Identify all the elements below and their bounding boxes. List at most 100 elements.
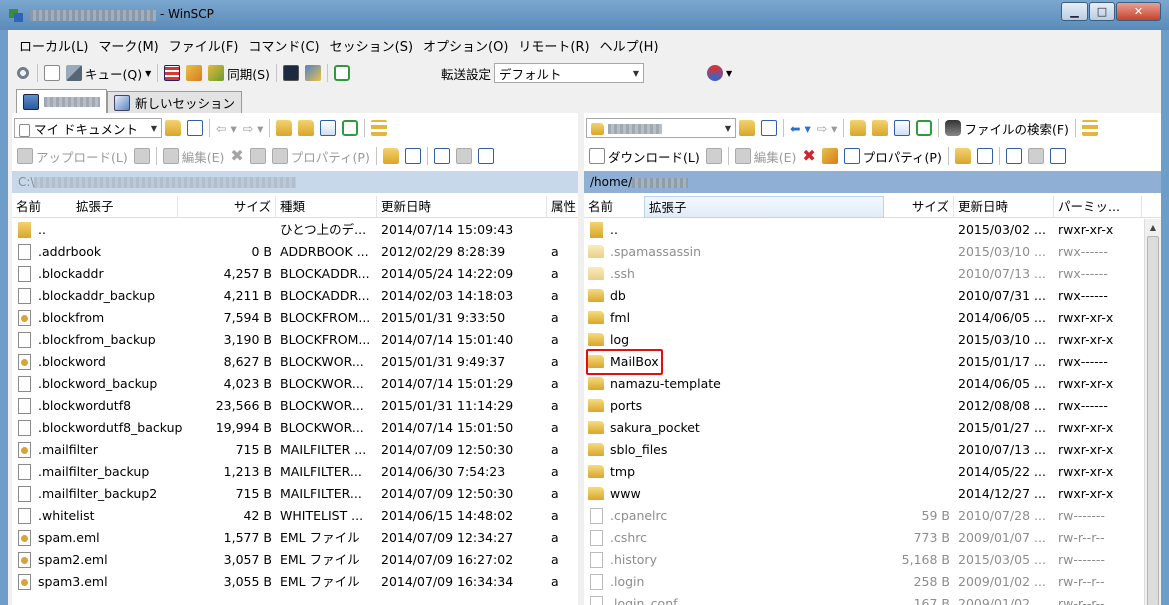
table-row[interactable]: .login 258 B 2009/01/02 ... rw-r--r--: [584, 571, 1161, 593]
local-home-button[interactable]: [317, 117, 339, 139]
table-row[interactable]: log 2015/03/10 ... rwxr-xr-x: [584, 329, 1161, 351]
queue-button[interactable]: キュー(Q) ▼: [63, 62, 154, 84]
remote-col-permissions[interactable]: パーミッ...: [1054, 196, 1142, 218]
local-new-folder-button[interactable]: [380, 145, 402, 167]
table-row[interactable]: sakura_pocket 2015/01/27 ... rwxr-xr-x: [584, 417, 1161, 439]
queue-doc-button[interactable]: [41, 62, 63, 84]
table-row[interactable]: .history 5,168 B 2015/03/05 ... rw-------: [584, 549, 1161, 571]
table-row[interactable]: namazu-template 2014/06/05 ... rwxr-xr-x: [584, 373, 1161, 395]
remote-col-ext[interactable]: 拡張子: [644, 196, 884, 218]
local-back-button[interactable]: ⇦ ▾: [213, 117, 240, 139]
table-row[interactable]: .ssh 2010/07/13 ... rwx------: [584, 263, 1161, 285]
remote-parent-dir-button[interactable]: [847, 117, 869, 139]
menu-command[interactable]: コマンド(C): [243, 36, 324, 55]
table-row[interactable]: .spamassassin 2015/03/10 ... rwx------: [584, 241, 1161, 263]
table-row[interactable]: .mailfilter 715 B MAILFILTER ... 2014/07/09…: [12, 439, 578, 461]
tab-current-session[interactable]: [16, 89, 107, 113]
table-row[interactable]: .blockaddr_backup 4,211 B BLOCKADDR... 2014…: [12, 285, 578, 307]
local-invert-selection-button[interactable]: [475, 145, 497, 167]
table-row[interactable]: .mailfilter_backup2 715 B MAILFILTER... 201…: [12, 483, 578, 505]
local-select-all-button[interactable]: [431, 145, 453, 167]
table-row[interactable]: spam3.eml 3,055 B EML ファイル 2014/07/09 16:34…: [12, 571, 578, 593]
remote-forward-button[interactable]: ⇨ ▾: [814, 117, 841, 139]
local-unselect-button[interactable]: [453, 145, 475, 167]
local-rename-button[interactable]: [247, 145, 269, 167]
transfer-settings-select[interactable]: デフォルト ▼: [493, 63, 644, 83]
close-button[interactable]: ✕: [1116, 2, 1161, 21]
remote-delete-button[interactable]: ✖: [799, 145, 818, 167]
local-copy-path-button[interactable]: [402, 145, 424, 167]
table-row[interactable]: .addrbook 0 B ADDRBOOK ... 2012/02/29 8:28:…: [12, 241, 578, 263]
remote-col-modified[interactable]: 更新日時: [954, 196, 1054, 218]
menu-session[interactable]: セッション(S): [325, 36, 418, 55]
table-row[interactable]: .cpanelrc 59 B 2010/07/28 ... rw-------: [584, 505, 1161, 527]
remote-home-button[interactable]: [891, 117, 913, 139]
remote-col-size[interactable]: サイズ: [884, 196, 954, 218]
table-row[interactable]: .blockfrom 7,594 B BLOCKFROM... 2015/01/31 …: [12, 307, 578, 329]
local-tree-toggle-button[interactable]: [368, 117, 390, 139]
table-row[interactable]: .cshrc 773 B 2009/01/07 ... rw-r--r--: [584, 527, 1161, 549]
scroll-up-icon[interactable]: ▲: [1145, 219, 1161, 236]
menu-file[interactable]: ファイル(F): [164, 36, 244, 55]
remote-download-options-button[interactable]: [703, 145, 725, 167]
table-row[interactable]: .blockwordutf8 23,566 B BLOCKWOR... 2015/01…: [12, 395, 578, 417]
upload-button[interactable]: アップロード(L): [14, 145, 131, 167]
local-upload-options-button[interactable]: [131, 145, 153, 167]
table-row[interactable]: ports 2012/08/08 ... rwx------: [584, 395, 1161, 417]
table-row[interactable]: .whitelist 42 B WHITELIST ... 2014/06/15 14…: [12, 505, 578, 527]
preferences-button[interactable]: [12, 62, 34, 84]
menu-remote[interactable]: リモート(R): [513, 36, 594, 55]
local-path-bar[interactable]: C:\: [12, 171, 578, 193]
remote-copy-path-button[interactable]: [974, 145, 996, 167]
scroll-thumb[interactable]: [1147, 236, 1159, 605]
table-row[interactable]: .. ひとつ上のデ... 2014/07/14 15:09:43: [12, 219, 578, 241]
local-forward-button[interactable]: ⇨ ▾: [240, 117, 267, 139]
local-delete-button[interactable]: ✖: [227, 145, 246, 167]
table-row[interactable]: spam.eml 1,577 B EML ファイル 2014/07/09 12:34:…: [12, 527, 578, 549]
menu-options[interactable]: オプション(O): [418, 36, 513, 55]
remote-new-folder-button[interactable]: [952, 145, 974, 167]
remote-properties-button[interactable]: プロパティ(P): [841, 145, 945, 167]
menu-mark[interactable]: マーク(M): [93, 36, 163, 55]
local-refresh-button[interactable]: [339, 117, 361, 139]
putty-button[interactable]: [302, 62, 324, 84]
synchronize-button[interactable]: 同期(S): [205, 62, 273, 84]
table-row[interactable]: MailBox 2015/01/17 ... rwx------: [584, 349, 1161, 375]
minimize-button[interactable]: ▁: [1061, 2, 1088, 21]
download-button[interactable]: ダウンロード(L): [586, 145, 703, 167]
table-row[interactable]: .blockword 8,627 B BLOCKWOR... 2015/01/31 9…: [12, 351, 578, 373]
remote-edit-button[interactable]: 編集(E): [732, 145, 800, 167]
synchronize-browse-button[interactable]: [183, 62, 205, 84]
local-parent-dir-button[interactable]: [273, 117, 295, 139]
local-location-select[interactable]: マイ ドキュメント ▼: [14, 118, 162, 138]
console-button[interactable]: [280, 62, 302, 84]
remote-tree-toggle-button[interactable]: [1079, 117, 1101, 139]
local-col-attr[interactable]: 属性: [547, 196, 578, 218]
remote-col-name[interactable]: 名前: [584, 196, 642, 218]
remote-invert-selection-button[interactable]: [1047, 145, 1069, 167]
local-filter-button[interactable]: [184, 117, 206, 139]
table-row[interactable]: .blockfrom_backup 3,190 B BLOCKFROM... 2014…: [12, 329, 578, 351]
table-row[interactable]: tmp 2014/05/22 ... rwxr-xr-x: [584, 461, 1161, 483]
local-root-dir-button[interactable]: [295, 117, 317, 139]
tab-new-session[interactable]: 新しいセッション: [107, 91, 243, 113]
color-button[interactable]: ▼: [704, 62, 735, 84]
table-row[interactable]: fml 2014/06/05 ... rwxr-xr-x: [584, 307, 1161, 329]
table-row[interactable]: spam2.eml 3,057 B EML ファイル 2014/07/09 16:27…: [12, 549, 578, 571]
remote-refresh-button[interactable]: [913, 117, 935, 139]
refresh-all-button[interactable]: [331, 62, 353, 84]
table-row[interactable]: .blockword_backup 4,023 B BLOCKWOR... 2014/…: [12, 373, 578, 395]
table-row[interactable]: www 2014/12/27 ... rwxr-xr-x: [584, 483, 1161, 505]
compare-button[interactable]: [161, 62, 183, 84]
local-col-name[interactable]: 名前: [12, 196, 70, 218]
local-edit-button[interactable]: 編集(E): [160, 145, 228, 167]
remote-open-folder-button[interactable]: [736, 117, 758, 139]
table-row[interactable]: sblo_files 2010/07/13 ... rwxr-xr-x: [584, 439, 1161, 461]
menu-local[interactable]: ローカル(L): [14, 36, 93, 55]
remote-select-all-button[interactable]: [1003, 145, 1025, 167]
table-row[interactable]: .blockwordutf8_backup 19,994 B BLOCKWOR...…: [12, 417, 578, 439]
table-row[interactable]: db 2010/07/31 ... rwx------: [584, 285, 1161, 307]
remote-unselect-button[interactable]: [1025, 145, 1047, 167]
local-col-modified[interactable]: 更新日時: [377, 196, 547, 218]
remote-location-select[interactable]: ▼: [586, 118, 736, 138]
